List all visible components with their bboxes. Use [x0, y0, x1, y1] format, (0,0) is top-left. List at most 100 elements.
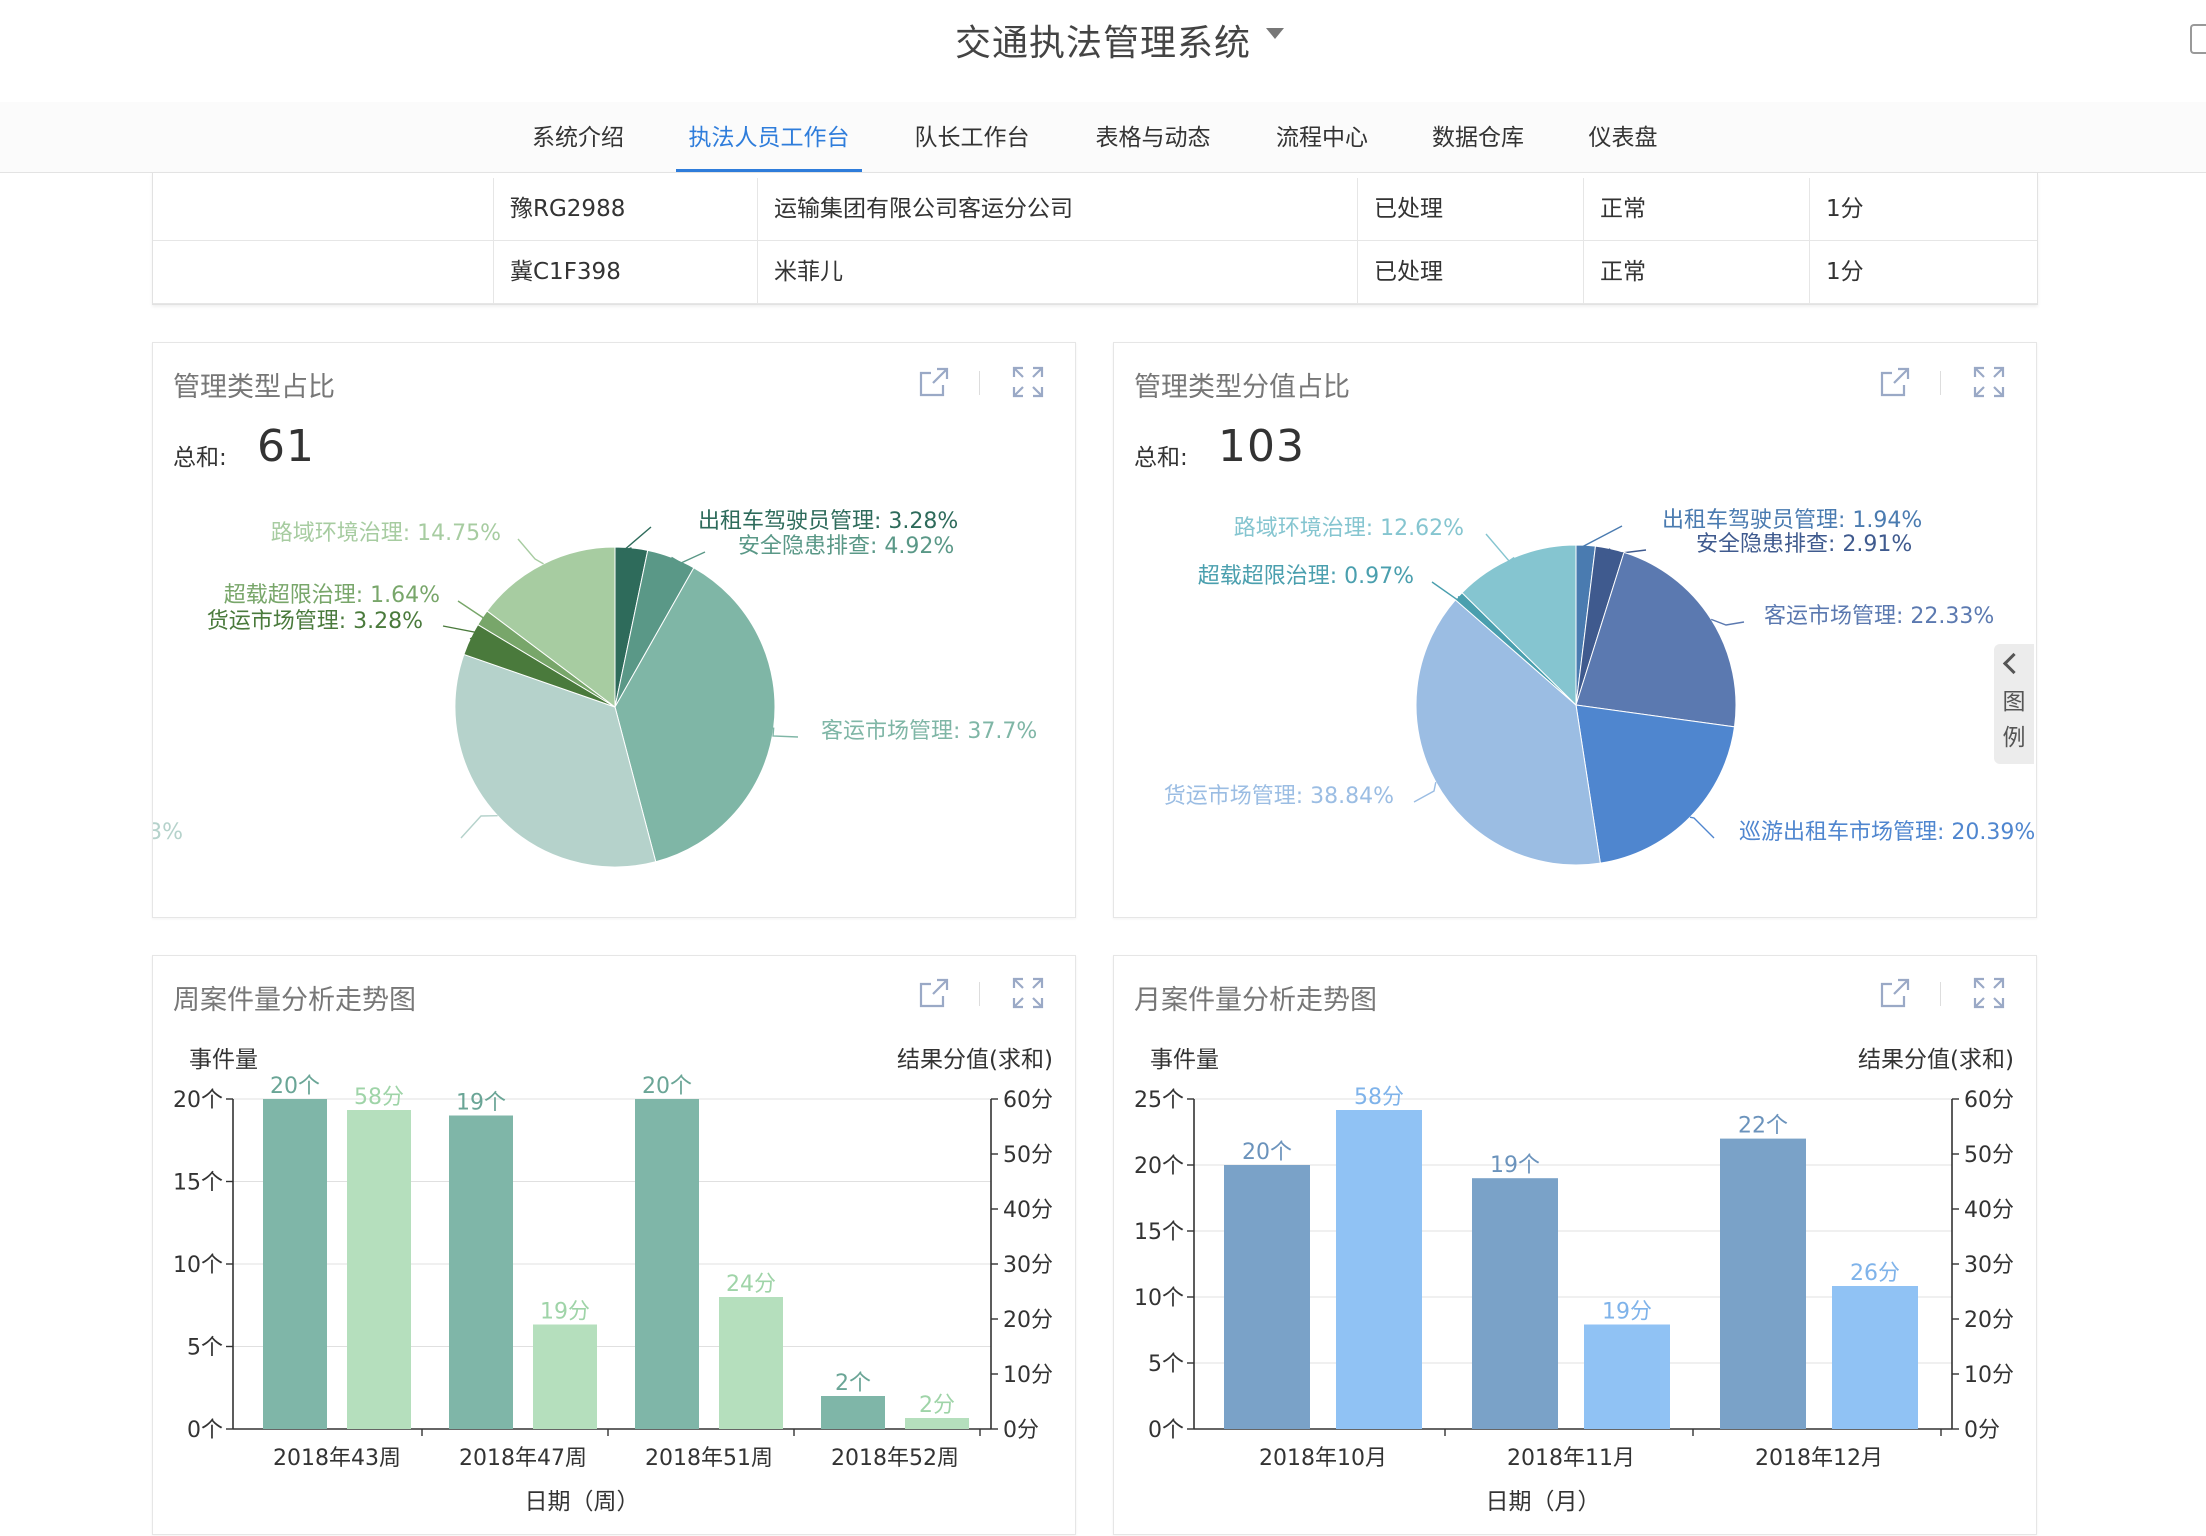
pie-slice-label: 超载超限治理: 1.64% [224, 583, 440, 608]
y2-tick-label: 60分 [1964, 1088, 2014, 1113]
pie-slice-label: 路域环境治理: 14.75% [271, 521, 501, 546]
pie-slice-label: 客运市场管理: 37.7% [821, 719, 1037, 744]
bar-score-sum [533, 1324, 597, 1429]
bar-event-count [821, 1396, 885, 1429]
weekly-trend-panel: 周案件量分析走势图 0个 5个 10个 15个 20个 0分 10分 20分 30分 40分 50分… [152, 955, 1076, 1535]
pie-leader-line [442, 625, 481, 640]
cell-state: 正常 [1583, 241, 1809, 303]
cell-plate: 豫RG2988 [493, 178, 757, 240]
bar-value-label: 20个 [270, 1074, 320, 1099]
bar-value-label: 19分 [540, 1300, 590, 1325]
pie-leader-line [1431, 581, 1460, 603]
y2-tick-label: 20分 [1964, 1308, 2014, 1333]
tab-captain-workbench[interactable]: 队长工作台 [902, 102, 1042, 172]
app-title[interactable]: 交通执法管理系统 [0, 14, 2206, 66]
score-ratio-panel: 管理类型分值占比 总和: 103 出租车驾驶员管理: 1.94% 安全隐患排查: … [1113, 342, 2037, 918]
legend-toggle-label: 图 例 [2002, 689, 2026, 751]
bar-value-label: 2个 [835, 1371, 871, 1396]
table-cell-empty [153, 241, 493, 303]
bar-event-count [1720, 1138, 1806, 1429]
bar-chart-weekly: 0个 5个 10个 15个 20个 0分 10分 20分 30分 40分 50分 60分 事件量 结果分值… [173, 1047, 1053, 1515]
legend-toggle[interactable]: 图 例 [1994, 644, 2034, 764]
tab-officer-workbench[interactable]: 执法人员工作台 [676, 102, 862, 172]
bar-score-sum [719, 1297, 783, 1429]
bar-value-label: 22个 [1738, 1114, 1788, 1139]
tab-dashboard[interactable]: 仪表盘 [1576, 102, 1670, 172]
tab-data-warehouse[interactable]: 数据仓库 [1420, 102, 1536, 172]
pie-slice-label: 路域环境治理: 12.62% [1234, 516, 1464, 541]
y-tick-label: 5个 [1148, 1352, 1184, 1377]
caret-down-icon[interactable] [1266, 28, 1284, 39]
y2-tick-label: 20分 [1003, 1308, 1053, 1333]
bar-event-count [1224, 1165, 1310, 1429]
tab-tables-dynamics[interactable]: 表格与动态 [1082, 102, 1224, 172]
cell-status: 已处理 [1357, 241, 1583, 303]
y2-tick-label: 50分 [1964, 1143, 2014, 1168]
x-axis-title: 日期（月） [1486, 1489, 1601, 1515]
pie-chart-score-ratio: 出租车驾驶员管理: 1.94%安全隐患排查: 2.91% 客运市场管理: 22.3… [1164, 508, 2035, 866]
x-tick-label: 2018年10月 [1259, 1446, 1387, 1471]
y2-tick-label: 40分 [1964, 1198, 2014, 1223]
pie-slice-label: 巡游出租车市场管理: 34.43% [153, 820, 183, 845]
x-tick-label: 2018年43周 [273, 1446, 401, 1471]
pie-slice-label: 安全隐患排查: 2.91% [1696, 532, 1912, 557]
pie-slice-label: 货运市场管理: 38.84% [1164, 784, 1394, 809]
bar-value-label: 19分 [1602, 1300, 1652, 1325]
bar-score-sum [905, 1418, 969, 1429]
chevron-left-icon [2002, 652, 2025, 675]
bar-score-sum [1832, 1286, 1918, 1429]
pie-slice [1575, 704, 1736, 864]
records-table: 豫RG2988 运输集团有限公司客运分公司 已处理 正常 1分 冀C1F398 … [152, 172, 2038, 305]
bar-score-sum [347, 1110, 411, 1429]
tab-process-center[interactable]: 流程中心 [1264, 102, 1380, 172]
table-row[interactable]: 冀C1F398 米菲儿 已处理 正常 1分 [153, 241, 2037, 304]
pie-leader-line [772, 727, 799, 738]
y-tick-label: 0个 [187, 1418, 223, 1443]
y2-tick-label: 30分 [1964, 1253, 2014, 1278]
y-axis-title: 事件量 [189, 1047, 258, 1073]
bar-event-count [635, 1099, 699, 1429]
bar-value-label: 2分 [919, 1393, 955, 1418]
table-cell-empty [153, 178, 493, 240]
bar-value-label: 19个 [1490, 1153, 1540, 1178]
bar-chart-monthly: 0个 5个 10个 15个 20个 25个 0分 10分 20分 30分 40分 50分 60分 事件量 结… [1134, 1047, 2014, 1515]
bar-value-label: 58分 [1354, 1085, 1404, 1110]
x-tick-label: 2018年51周 [645, 1446, 773, 1471]
x-tick-label: 2018年52周 [831, 1446, 959, 1471]
bar-value-label: 20个 [1242, 1140, 1292, 1165]
y-tick-label: 10个 [1134, 1286, 1184, 1311]
y-tick-label: 10个 [173, 1253, 223, 1278]
bar-value-label: 20个 [642, 1074, 692, 1099]
bar-event-count [263, 1099, 327, 1429]
y2-tick-label: 40分 [1003, 1198, 1053, 1223]
cell-status: 已处理 [1357, 178, 1583, 240]
y2-tick-label: 50分 [1003, 1143, 1053, 1168]
bar-event-count [449, 1115, 513, 1429]
pie-leader-line [1485, 533, 1515, 562]
x-tick-label: 2018年47周 [459, 1446, 587, 1471]
cell-score: 1分 [1809, 178, 2037, 240]
x-tick-label: 2018年12月 [1755, 1446, 1883, 1471]
top-header: 交通执法管理系统 [0, 0, 2206, 103]
bar-value-label: 58分 [354, 1085, 404, 1110]
y-tick-label: 15个 [173, 1171, 223, 1196]
type-ratio-panel: 管理类型占比 总和: 61 出租车驾驶员管理: 3.28% 安全隐患排查: 4.9… [152, 342, 1076, 918]
bar-event-count [1472, 1178, 1558, 1429]
pie-leader-line [1413, 782, 1437, 803]
pie-chart-type-ratio: 出租车驾驶员管理: 3.28%安全隐患排查: 4.92% 客运市场管理: 37.7… [153, 509, 1037, 868]
y-tick-label: 0个 [1148, 1418, 1184, 1443]
cell-company: 米菲儿 [757, 241, 1357, 303]
y2-axis-title: 结果分值(求和) [897, 1047, 1053, 1073]
y-tick-label: 5个 [187, 1336, 223, 1361]
y-tick-label: 20个 [173, 1088, 223, 1113]
cell-state: 正常 [1583, 178, 1809, 240]
pie-slice-label: 出租车驾驶员管理: 1.94% [1662, 508, 1922, 533]
y2-tick-label: 60分 [1003, 1088, 1053, 1113]
table-row[interactable]: 豫RG2988 运输集团有限公司客运分公司 已处理 正常 1分 [153, 178, 2037, 241]
pie-slice-label: 出租车驾驶员管理: 3.28% [698, 509, 958, 534]
pie-leader-line [457, 600, 489, 622]
y-tick-label: 20个 [1134, 1154, 1184, 1179]
tab-system-intro[interactable]: 系统介绍 [520, 102, 636, 172]
x-tick-label: 2018年11月 [1507, 1446, 1635, 1471]
bar-value-label: 24分 [726, 1272, 776, 1297]
